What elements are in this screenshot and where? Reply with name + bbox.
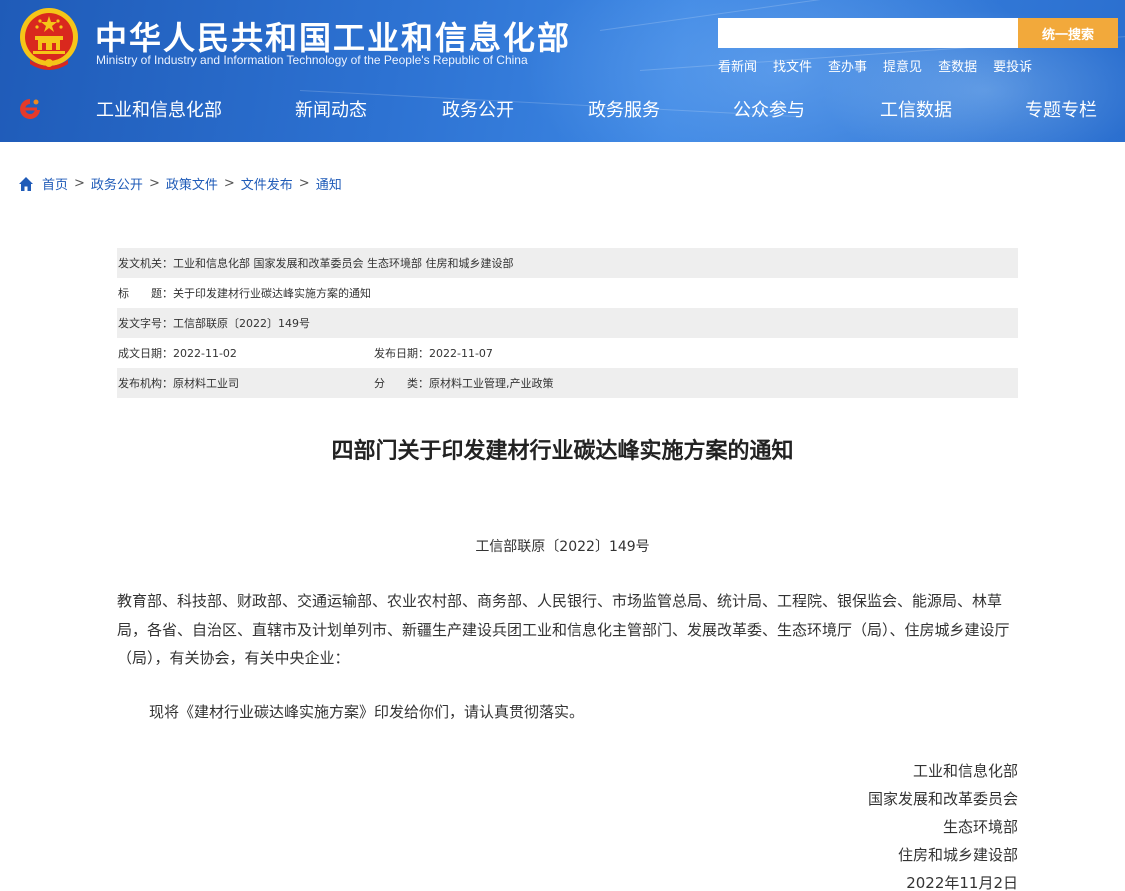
agency-label: 发布机构：	[118, 377, 173, 390]
info-row-agency: 发布机构： 原材料工业司 分 类： 原材料工业管理,产业政策	[117, 368, 1018, 398]
breadcrumb-separator: >	[148, 176, 160, 191]
breadcrumb-gov-affairs[interactable]: 政务公开	[91, 174, 143, 193]
published-value: 2022-11-07	[429, 346, 493, 360]
site-header: 中华人民共和国工业和信息化部 Ministry of Industry and …	[0, 0, 1125, 142]
signature-mohurd: 住房和城乡建设部	[897, 846, 1018, 864]
breadcrumb-separator: >	[298, 176, 310, 191]
nav-item-gov-affairs[interactable]: 政务公开	[442, 96, 514, 122]
quick-link-services[interactable]: 查办事	[828, 56, 867, 75]
quick-link-news[interactable]: 看新闻	[718, 56, 757, 75]
info-row-dates: 成文日期： 2022-11-02 发布日期： 2022-11-07	[117, 338, 1018, 368]
article-title: 四部门关于印发建材行业碳达峰实施方案的通知	[331, 439, 794, 464]
nav-item-news[interactable]: 新闻动态	[295, 96, 367, 122]
quick-link-files[interactable]: 找文件	[773, 56, 812, 75]
site-subtitle: Ministry of Industry and Information Tec…	[96, 53, 528, 67]
nav-item-public-participation[interactable]: 公众参与	[733, 96, 805, 122]
home-icon[interactable]	[18, 176, 34, 192]
issuer-value: 工业和信息化部 国家发展和改革委员会 生态环境部 住房和城乡建设部	[173, 257, 514, 270]
breadcrumb-policy-files[interactable]: 政策文件	[166, 174, 218, 193]
article-paragraph: 现将《建材行业碳达峰实施方案》印发给你们，请认真贯彻落实。	[149, 703, 585, 721]
breadcrumb-separator: >	[223, 176, 235, 191]
signature-ndrc: 国家发展和改革委员会	[867, 790, 1018, 808]
article-doc-number: 工信部联原〔2022〕149号	[475, 539, 650, 555]
breadcrumb-separator: >	[74, 176, 85, 191]
signature-mee: 生态环境部	[942, 818, 1018, 836]
info-row-title: 标 题： 关于印发建材行业碳达峰实施方案的通知	[117, 278, 1018, 308]
info-row-docno: 发文字号： 工信部联原〔2022〕149号	[117, 308, 1018, 338]
docno-label: 发文字号：	[118, 317, 173, 330]
title-value: 关于印发建材行业碳达峰实施方案的通知	[173, 287, 371, 300]
main-nav: 工业和信息化部 新闻动态 政务公开 政务服务 公众参与 工信数据 专题专栏	[70, 96, 1125, 124]
article-recipients: 教育部、科技部、财政部、交通运输部、农业农村部、商务部、人民银行、市场监管总局、…	[117, 592, 1010, 667]
quick-links: 看新闻 找文件 查办事 提意见 查数据 要投诉	[718, 56, 1048, 75]
quick-link-feedback[interactable]: 提意见	[883, 56, 922, 75]
category-label: 分 类：	[374, 377, 429, 390]
signature-date: 2022年11月2日	[906, 874, 1018, 891]
agency-value: 原材料工业司	[173, 377, 239, 390]
article-signatures: 工业和信息化部 国家发展和改革委员会 生态环境部 住房和城乡建设部 2022年1…	[868, 757, 1018, 891]
quick-link-complaint[interactable]: 要投诉	[993, 56, 1032, 75]
nav-item-data[interactable]: 工信数据	[880, 96, 952, 122]
signature-miit: 工业和信息化部	[912, 762, 1018, 780]
published-date-cell: 发布日期： 2022-11-07	[374, 345, 493, 361]
created-value: 2022-11-02	[173, 346, 237, 360]
agency-cell: 发布机构： 原材料工业司	[118, 375, 374, 391]
miit-logo-icon[interactable]	[17, 96, 43, 122]
category-value: 原材料工业管理,产业政策	[429, 377, 554, 390]
document-info-table: 发文机关： 工业和信息化部 国家发展和改革委员会 生态环境部 住房和城乡建设部 …	[117, 248, 1018, 398]
national-emblem-icon[interactable]	[18, 6, 80, 72]
breadcrumb: 首页 > 政务公开 > 政策文件 > 文件发布 > 通知	[18, 174, 342, 193]
issuer-label: 发文机关：	[118, 257, 173, 270]
breadcrumb-home[interactable]: 首页	[42, 174, 68, 193]
quick-link-data[interactable]: 查数据	[938, 56, 977, 75]
nav-item-topics[interactable]: 专题专栏	[1025, 96, 1097, 122]
search-input[interactable]	[718, 18, 1018, 48]
created-label: 成文日期：	[118, 347, 173, 360]
search-button[interactable]: 统一搜索	[1018, 18, 1118, 48]
info-row-issuer: 发文机关： 工业和信息化部 国家发展和改革委员会 生态环境部 住房和城乡建设部	[117, 248, 1018, 278]
breadcrumb-notice[interactable]: 通知	[316, 174, 342, 193]
created-date-cell: 成文日期： 2022-11-02	[118, 345, 374, 361]
docno-value: 工信部联原〔2022〕149号	[173, 317, 310, 330]
published-label: 发布日期：	[374, 347, 429, 360]
category-cell: 分 类： 原材料工业管理,产业政策	[374, 375, 554, 391]
breadcrumb-file-release[interactable]: 文件发布	[241, 174, 293, 193]
nav-item-ministry[interactable]: 工业和信息化部	[96, 96, 222, 122]
title-label: 标 题：	[118, 287, 173, 300]
nav-item-gov-services[interactable]: 政务服务	[588, 96, 660, 122]
